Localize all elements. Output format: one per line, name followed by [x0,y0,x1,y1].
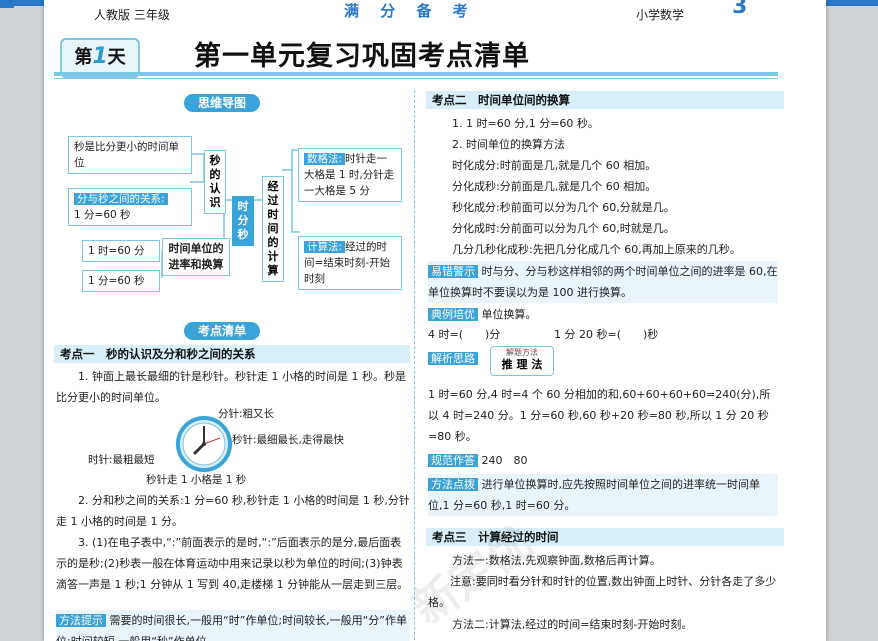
k2-line4: 分化成秒:分前面是几,就是几个 60 相加。 [452,180,657,193]
mindmap-node-units: 时间单位的进率和换算 [162,238,230,276]
mindmap-node-center: 时分秒 [232,196,254,246]
k2-line3: 时化成分:时前面是几,就是几个 60 相加。 [452,159,657,172]
answer-line: 规范作答 240 80 [428,450,528,471]
method-tag: 方法点拨 [428,478,478,491]
warning-box: 易错警示 时与分、分与秒这样相邻的两个时间单位之间的进率是 60,在单位换算时不… [428,261,778,303]
k2-line2: 2. 时间单位的换算方法 [452,138,565,151]
mindmap-box-hour-minute: 1 时=60 分 [82,240,160,262]
clock-label-second: 秒针:最细最长,走得最快 [232,434,344,446]
example-line: 典例培优 单位换算。 [428,304,537,325]
top-bar-left [0,0,14,8]
mindmap-box-minute-second: 1 分=60 秒 [82,270,160,292]
relation-text: 1 分=60 秒 [74,209,131,221]
method-box: 方法点拨 进行单位换算时,应先按照时间单位之间的进率统一时间单位,1 分=60 … [428,474,778,516]
analysis-tag: 解析思路 [428,352,478,365]
warning-text: 时与分、分与秒这样相邻的两个时间单位之间的进率是 60,在单位换算时不要误以为是… [428,265,778,299]
k2-line1: 1. 1 时=60 分,1 分=60 秒。 [452,117,599,130]
mindmap-node-second: 秒的认识 [204,150,226,214]
mindmap-node-elapsed: 经过时间的计算 [262,176,284,282]
mindmap-box-second: 秒是比分更小的时间单位 [68,136,192,174]
mindmap-box-relation: 分与秒之间的关系: 1 分=60 秒 [68,188,192,226]
k1-tip: 方法提示 需要的时间很长,一般用“时”作单位;时间较长,一般用“分”作单位;时间… [56,610,410,641]
k1-p1: 1. 钟面上最长最细的针是秒针。秒针走 1 小格的时间是 1 秒。秒是比分更小的… [56,370,406,404]
document-page: 人教版 三年级 满 分 备 考 小学数学 3 第1天 第一单元复习巩固考点清单 … [44,0,826,641]
example-q1: 4 时=( )分 [428,328,501,341]
example-tag: 典例培优 [428,308,478,321]
k3-line3: 方法二:计算法,经过的时间=结束时刻-开始时刻。 [452,618,693,631]
method-badge-caption: 解题方法 [506,348,538,357]
checklist-heading: 考点清单 [184,322,261,340]
k1-p2: 2. 分和秒之间的关系:1 分=60 秒,秒针走 1 小格的时间是 1 秒,分针… [56,494,410,528]
example-q2: 1 分 20 秒=( )秒 [554,328,659,341]
analysis-line: 解析思路 [428,348,478,369]
clock-label-hour: 时针:最粗最短 [88,454,155,466]
answer-text: 240 80 [481,454,528,467]
mindmap-box-calc-method: 计算法: 经过的时间=结束时刻-开始时刻 [298,236,402,290]
clock-label-minute: 分针:粗又长 [218,408,275,420]
method-text: 进行单位换算时,应先按照时间单位之间的进率统一时间单位,1 分=60 秒,1 时… [428,478,760,512]
mindmap-box-count-method: 数格法: 时针走一大格是 1 时,分针走一大格是 5 分 [298,148,402,202]
header-subject: 小学数学 [636,8,685,22]
k2-line5: 秒化成分:秒前面可以分为几个 60,分就是几。 [452,201,675,214]
warning-tag: 易错警示 [428,265,478,278]
answer-tag: 规范作答 [428,454,478,467]
clock-caption: 秒针走 1 小格是 1 秒 [146,474,247,486]
method-badge-name: 推 理 法 [501,358,543,371]
k2-line6: 分化成时:分前面可以分为几个 60,时就是几。 [452,222,675,235]
page-number: 3 [732,0,748,19]
tip-tag: 方法提示 [56,614,106,627]
relation-tag: 分与秒之间的关系: [74,193,168,205]
k2-line7: 几分几秒化成秒:先把几分化成几个 60,再加上原来的几秒。 [452,243,741,256]
k2-title: 考点二 时间单位间的换算 [426,91,784,109]
analysis-text: 1 时=60 分,4 时=4 个 60 分相加的和,60+60+60+60=24… [428,388,771,443]
calc-method-tag: 计算法: [304,241,346,253]
example-text: 单位换算。 [481,308,537,321]
k1-p3: 3. (1)在电子表中,“:”前面表示的是时,“:”后面表示的是分,最后面表示的… [56,536,409,591]
count-method-tag: 数格法: [304,153,346,165]
method-badge: 解题方法 推 理 法 [490,346,554,376]
tip-text: 需要的时间很长,一般用“时”作单位;时间较长,一般用“分”作单位;时间较短,一般… [56,614,407,641]
k1-title: 考点一 秒的认识及分和秒之间的关系 [54,345,410,363]
